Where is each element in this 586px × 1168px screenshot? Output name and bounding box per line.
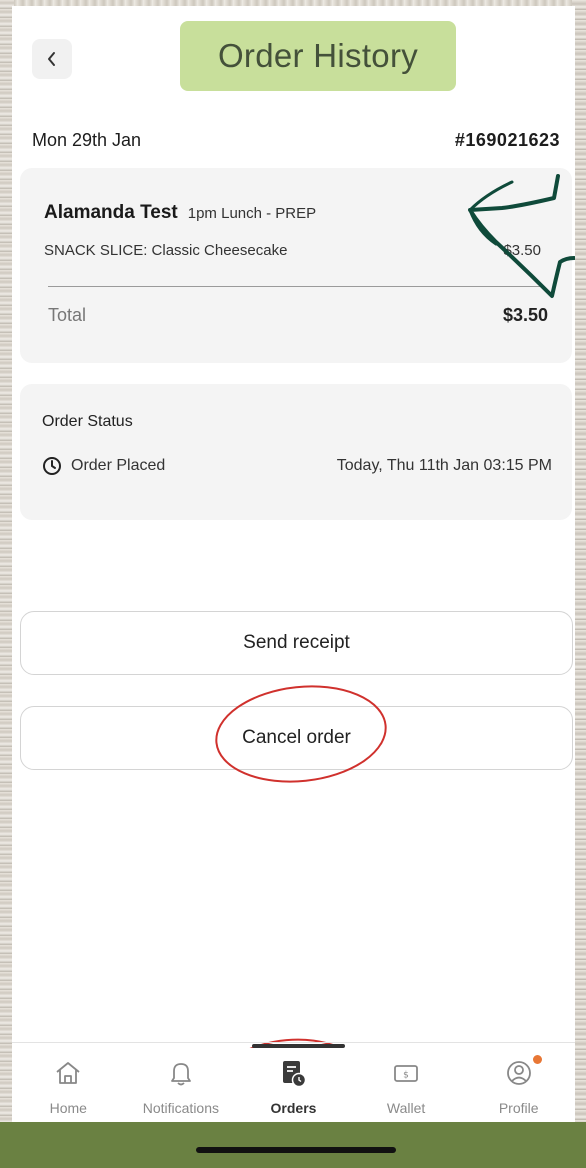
home-indicator[interactable]: [196, 1147, 396, 1153]
item-price: $3.50: [503, 242, 541, 259]
order-item-row: SNACK SLICE: Classic Cheesecake $3.50: [44, 242, 541, 259]
cancel-order-button[interactable]: Cancel order: [20, 706, 573, 770]
nav-profile[interactable]: Profile: [466, 1055, 571, 1116]
status-row: Order Placed Today, Thu 11th Jan 03:15 P…: [42, 456, 552, 476]
phone-screen: Order History Mon 29th Jan #169021623 Al…: [12, 6, 575, 1168]
nav-label-orders: Orders: [270, 1100, 317, 1116]
page-title: Order History: [180, 21, 456, 91]
svg-text:$: $: [403, 1071, 409, 1081]
profile-icon: [506, 1061, 531, 1085]
total-row: Total $3.50: [48, 305, 548, 326]
send-receipt-button[interactable]: Send receipt: [20, 611, 573, 675]
back-button[interactable]: [32, 39, 72, 79]
bottom-navigation: Home Notifications Orders $ Wallet Profi…: [12, 1048, 575, 1128]
order-date: Mon 29th Jan: [32, 130, 142, 150]
status-state: Order Placed: [42, 456, 165, 476]
status-state-label: Order Placed: [71, 457, 166, 474]
wallet-icon: $: [394, 1065, 418, 1082]
nav-orders[interactable]: Orders: [241, 1058, 346, 1116]
nav-notifications[interactable]: Notifications: [128, 1058, 233, 1116]
nav-label-notifications: Notifications: [142, 1100, 220, 1116]
nav-wallet[interactable]: $ Wallet: [354, 1058, 459, 1116]
home-icon: [56, 1062, 80, 1084]
chevron-left-icon: [48, 52, 55, 66]
shop-meta: 1pm Lunch - PREP: [187, 205, 317, 222]
clock-icon: [43, 457, 61, 475]
status-title: Order Status: [42, 413, 133, 430]
nav-divider: [12, 1042, 575, 1043]
nav-label-profile: Profile: [498, 1100, 539, 1116]
total-value: $3.50: [502, 305, 548, 325]
bottom-bar: [0, 1122, 586, 1168]
nav-home[interactable]: Home: [16, 1058, 121, 1116]
status-timestamp: Today, Thu 11th Jan 03:15 PM: [336, 457, 552, 474]
shop-name: Alamanda Test: [44, 202, 178, 223]
nav-label-home: Home: [49, 1100, 87, 1116]
item-name: SNACK SLICE: Classic Cheesecake: [44, 242, 288, 259]
order-header-row: Mon 29th Jan #169021623: [32, 130, 560, 151]
notification-dot: [533, 1055, 543, 1064]
divider: [48, 286, 544, 287]
receipt-clock-icon: [283, 1061, 307, 1088]
total-label: Total: [48, 305, 87, 325]
bell-icon: [170, 1063, 191, 1086]
order-number: #169021623: [454, 130, 560, 150]
order-status-card: Order Status Order Placed Today, Thu 11t…: [20, 384, 572, 520]
shop-row: Alamanda Test 1pm Lunch - PREP: [44, 202, 316, 224]
nav-label-wallet: Wallet: [386, 1100, 426, 1116]
order-summary-card: Alamanda Test 1pm Lunch - PREP SNACK SLI…: [20, 168, 572, 363]
